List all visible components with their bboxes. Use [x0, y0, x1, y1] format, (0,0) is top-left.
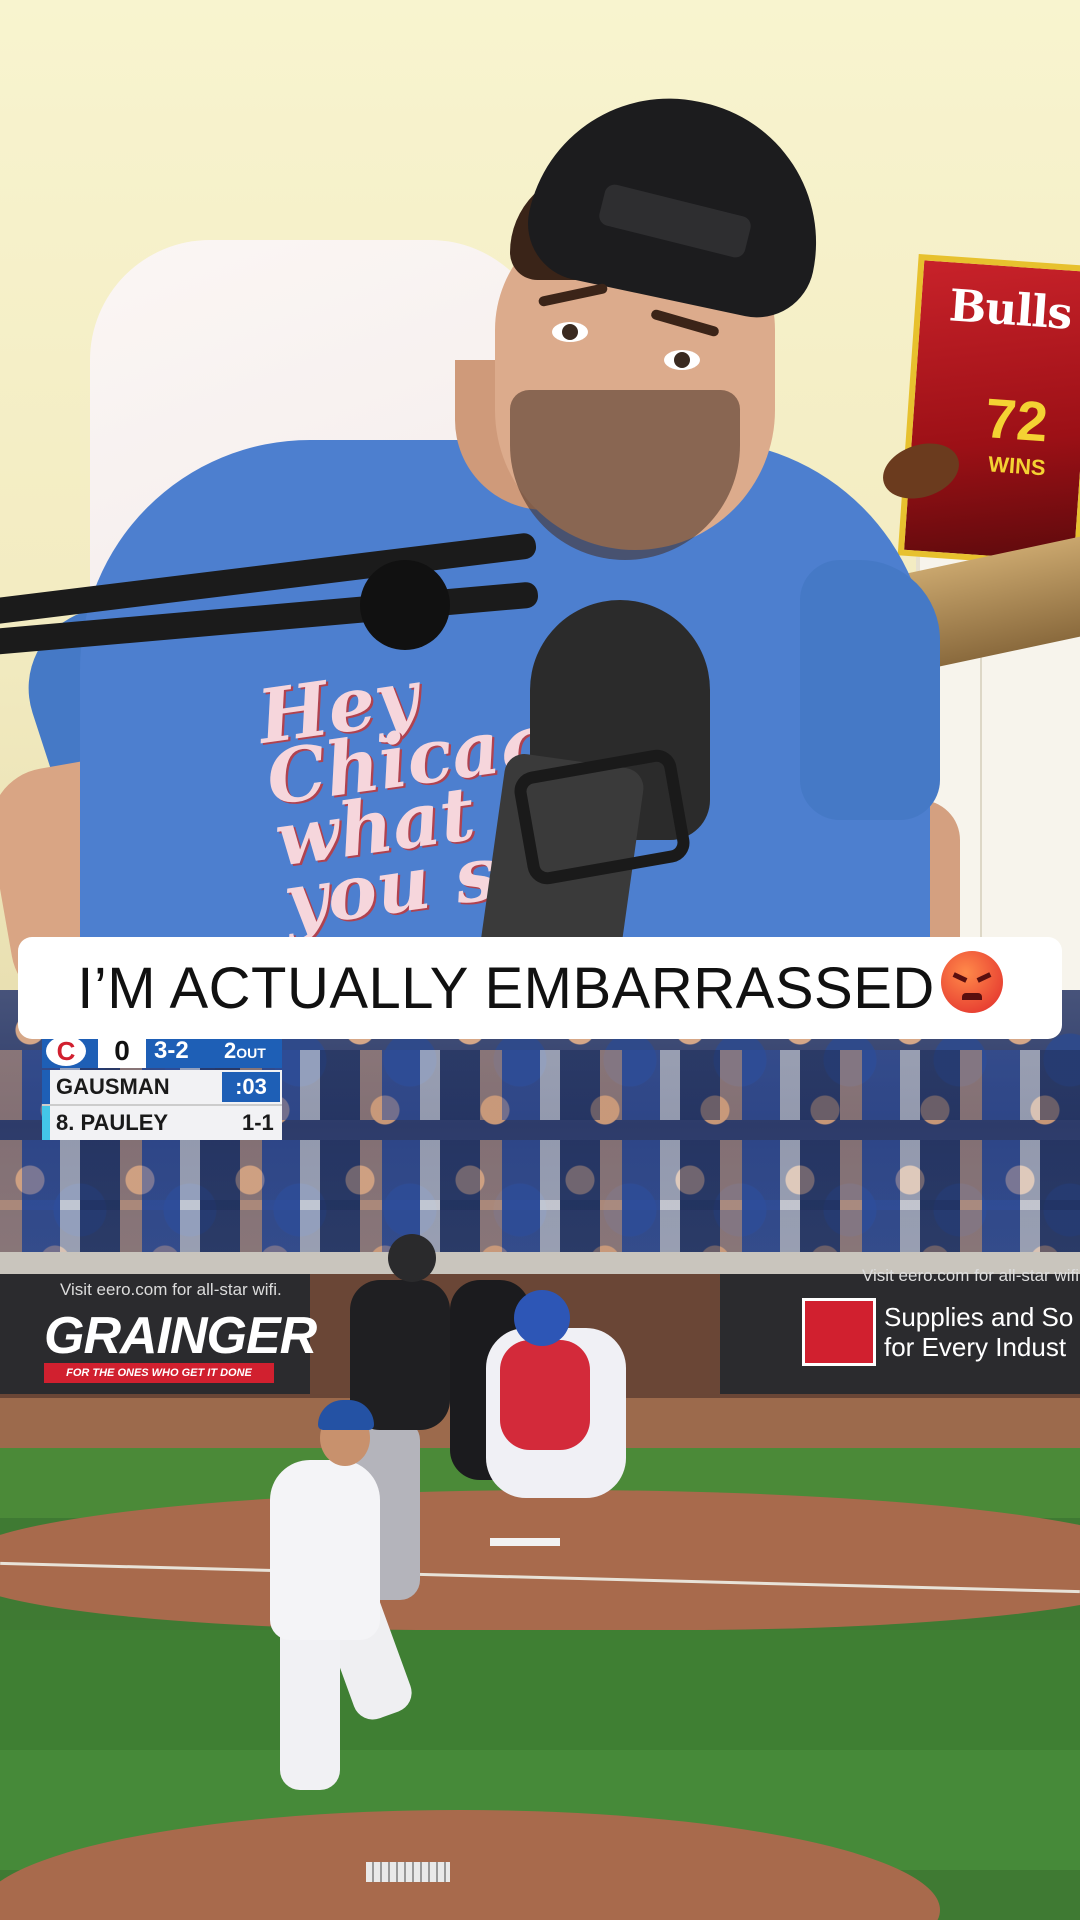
outs: 2OUT [224, 1034, 266, 1070]
team-runs: 0 [98, 1034, 146, 1068]
pitching-rubber [366, 1862, 450, 1882]
home-plate-dirt [0, 1490, 1080, 1630]
magazine-sub: WINS [987, 451, 1047, 481]
eero-ad-left: Visit eero.com for all-star wifi. [60, 1280, 282, 1299]
caption-banner: I’M ACTUALLY EMBARRASSED [18, 937, 1062, 1039]
podcast-frame: Bulls 72 WINS Hey Chicago what do you sa… [0, 0, 1080, 990]
scorebug-pitcher-row: GAUSMAN :03 [42, 1070, 282, 1104]
catcher-helmet [514, 1290, 570, 1346]
pitcher [270, 1460, 380, 1640]
team-color-bar [42, 1106, 50, 1140]
ad-right-line2: for Every Indust [884, 1332, 1067, 1362]
cubs-logo-icon: C [46, 1036, 86, 1066]
pitcher-name: GAUSMAN [56, 1074, 170, 1099]
grainger-tagline: FOR THE ONES WHO GET IT DONE [44, 1363, 274, 1383]
team-color-bar [42, 1070, 50, 1104]
ball-strike-count: 3-2 [154, 1037, 189, 1064]
pitch-clock: :03 [222, 1072, 280, 1102]
scorebug-score-row: C 0 3-2 2OUT [42, 1034, 282, 1068]
grainger-box-icon [802, 1298, 876, 1366]
grass-stripe [0, 1630, 1080, 1750]
eero-ad-right: Visit eero.com for all-star wifi [862, 1266, 1079, 1285]
eye-left [552, 322, 588, 342]
batter-name: 8. PAULEY [56, 1110, 169, 1135]
scorebug: C 0 3-2 2OUT GAUSMAN :03 8. PAULEY 1-1 [42, 1034, 282, 1140]
scorebug-batter-row: 8. PAULEY 1-1 [42, 1104, 282, 1140]
angry-face-icon [940, 951, 1003, 1013]
magazine-number: 72 [983, 386, 1050, 454]
magazine-title: Bulls [947, 280, 1074, 340]
batter-stat: 1-1 [242, 1110, 274, 1135]
baseball-broadcast: Visit eero.com for all-star wifi. Visit … [0, 990, 1080, 1920]
home-plate [490, 1538, 560, 1546]
mic-arm-knob [360, 560, 450, 650]
grainger-logo: GRAINGER [44, 1307, 317, 1365]
eye-right [664, 350, 700, 370]
ad-right-line1: Supplies and So [884, 1302, 1074, 1332]
batter-helmet [388, 1234, 436, 1282]
outs-value: 2 [224, 1038, 237, 1063]
bulls-magazine: Bulls 72 WINS [897, 254, 1080, 568]
caption-text: I’M ACTUALLY EMBARRASSED [77, 955, 935, 1021]
catcher-chest-protector [500, 1340, 590, 1450]
shirt-sleeve-right [800, 560, 940, 820]
outs-label: OUT [236, 1045, 266, 1061]
